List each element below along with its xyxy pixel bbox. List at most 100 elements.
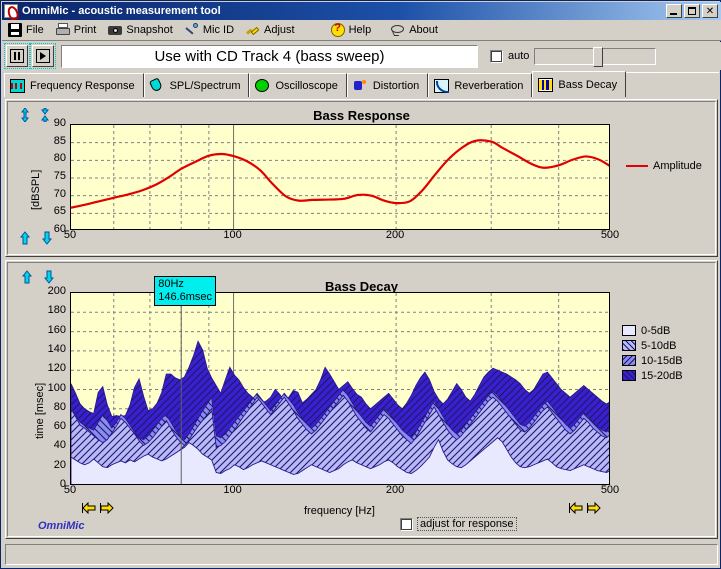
menu-label-mic-id: Mic ID <box>203 24 234 36</box>
bass-decay-plot[interactable] <box>70 292 610 485</box>
menu-item-mic-id[interactable]: Mic ID <box>179 21 240 40</box>
bass-decay-ytick: 140 <box>26 343 66 355</box>
bass-decay-icon <box>538 78 553 92</box>
pan-group-left <box>82 502 114 516</box>
bass-response-ytick: 80 <box>30 152 66 164</box>
bass-decay-xtick: 200 <box>383 484 407 496</box>
speech-bubble-icon <box>391 23 405 37</box>
bass-decay-scroll-down-icon[interactable] <box>42 270 56 284</box>
bass-decay-panel-inner: Bass Decay time [msec] 02040608010012014… <box>7 262 716 537</box>
bass-response-plot[interactable] <box>70 124 610 230</box>
tab-label-oscilloscope: Oscilloscope <box>275 80 337 92</box>
bass-decay-cursor-readout: 80Hz 146.6msec <box>154 276 216 306</box>
bass-decay-legend: 0-5dB 5-10dB 10-15dB 15-20dB <box>622 323 683 383</box>
tab-strip: Frequency Response SPL/Spectrum Oscillos… <box>4 71 719 97</box>
app-logo-icon <box>4 4 18 18</box>
microphone-icon <box>185 23 199 37</box>
pan-left-icon-right-group[interactable] <box>569 502 583 516</box>
menu-item-print[interactable]: Print <box>50 21 103 40</box>
window-title: OmniMic - acoustic measurement tool <box>22 5 221 17</box>
maximize-button[interactable] <box>684 4 700 18</box>
tab-label-distortion: Distortion <box>373 80 419 92</box>
bass-decay-ytick: 60 <box>26 420 66 432</box>
bass-response-legend: Amplitude <box>626 158 702 173</box>
title-bar: OmniMic - acoustic measurement tool ✕ <box>2 2 721 20</box>
window-controls: ✕ <box>666 4 721 18</box>
bass-decay-scroll-up-icon[interactable] <box>20 270 34 284</box>
reverberation-icon <box>434 79 449 93</box>
auto-checkbox[interactable] <box>490 50 503 63</box>
wrench-icon <box>246 23 260 37</box>
legend-item-amplitude: Amplitude <box>626 158 702 173</box>
adjust-for-response-checkbox[interactable] <box>400 518 413 531</box>
menu-label-snapshot: Snapshot <box>126 24 172 36</box>
bass-response-title: Bass Response <box>8 108 715 123</box>
bass-response-xtick: 50 <box>58 229 82 241</box>
bass-decay-ytick: 40 <box>26 439 66 451</box>
minimize-button[interactable] <box>666 4 682 18</box>
bass-decay-ytick: 80 <box>26 401 66 413</box>
legend-item-10-15db: 10-15dB <box>622 353 683 368</box>
pan-left-icon[interactable] <box>82 502 96 516</box>
play-icon <box>36 49 50 63</box>
save-disk-icon <box>8 23 22 37</box>
tab-spl-spectrum[interactable]: SPL/Spectrum <box>144 73 250 97</box>
pause-button[interactable] <box>6 45 28 67</box>
legend-label-amplitude: Amplitude <box>653 160 702 172</box>
app-window: OmniMic - acoustic measurement tool ✕ Fi… <box>0 0 721 569</box>
tab-label-spl-spectrum: SPL/Spectrum <box>170 80 241 92</box>
menu-label-adjust: Adjust <box>264 24 295 36</box>
auto-label: auto <box>508 50 529 62</box>
legend-item-15-20db: 15-20dB <box>622 368 683 383</box>
bass-response-ytick: 85 <box>30 135 66 147</box>
legend-swatch-5-10db <box>622 340 636 351</box>
legend-label-0-5db: 0-5dB <box>641 325 670 337</box>
pan-group-right <box>569 502 601 516</box>
play-button[interactable] <box>32 45 54 67</box>
pan-right-icon[interactable] <box>100 502 114 516</box>
bass-decay-panel: Bass Decay time [msec] 02040608010012014… <box>5 260 718 539</box>
cursor-time: 146.6msec <box>158 291 212 304</box>
menu-label-about: About <box>409 24 438 36</box>
auto-control-group: auto <box>490 48 656 65</box>
menu-item-about[interactable]: About <box>385 21 444 40</box>
tab-reverberation[interactable]: Reverberation <box>428 73 532 97</box>
tab-distortion[interactable]: Distortion <box>347 73 428 97</box>
close-button[interactable]: ✕ <box>702 4 718 18</box>
pause-icon <box>10 49 24 63</box>
bass-decay-ytick: 20 <box>26 459 66 471</box>
tab-label-reverberation: Reverberation <box>454 80 523 92</box>
menu-item-file[interactable]: File <box>2 21 50 40</box>
bass-decay-xlabel: frequency [Hz] <box>304 505 375 517</box>
tab-bass-decay[interactable]: Bass Decay <box>532 71 626 97</box>
legend-item-5-10db: 5-10dB <box>622 338 683 353</box>
tab-oscilloscope[interactable]: Oscilloscope <box>249 73 346 97</box>
adjust-for-response-group[interactable]: adjust for response <box>400 517 517 531</box>
auto-slider-thumb[interactable] <box>593 47 603 67</box>
printer-icon <box>56 23 70 37</box>
auto-slider[interactable] <box>534 48 656 65</box>
bass-response-xtick: 200 <box>383 229 407 241</box>
brand-label: OmniMic <box>38 520 84 532</box>
frequency-response-icon <box>10 79 25 93</box>
menu-item-snapshot[interactable]: Snapshot <box>102 21 178 40</box>
bass-decay-xtick: 50 <box>58 484 82 496</box>
distortion-icon <box>353 79 368 93</box>
legend-label-10-15db: 10-15dB <box>641 355 683 367</box>
tab-label-bass-decay: Bass Decay <box>558 79 617 91</box>
legend-swatch-15-20db <box>622 370 636 381</box>
menu-label-file: File <box>26 24 44 36</box>
bass-response-ytick: 75 <box>30 170 66 182</box>
legend-label-15-20db: 15-20dB <box>641 370 683 382</box>
tab-strip-filler <box>626 72 719 97</box>
oscilloscope-icon <box>255 79 270 93</box>
bass-decay-ytick: 200 <box>26 285 66 297</box>
legend-label-5-10db: 5-10dB <box>641 340 676 352</box>
pan-right-icon-right-group[interactable] <box>587 502 601 516</box>
menu-item-help[interactable]: Help <box>325 21 378 40</box>
menu-item-adjust[interactable]: Adjust <box>240 21 301 40</box>
tab-frequency-response[interactable]: Frequency Response <box>4 73 144 97</box>
legend-swatch-0-5db <box>622 325 636 336</box>
menu-label-help: Help <box>349 24 372 36</box>
bass-response-ytick: 70 <box>30 188 66 200</box>
